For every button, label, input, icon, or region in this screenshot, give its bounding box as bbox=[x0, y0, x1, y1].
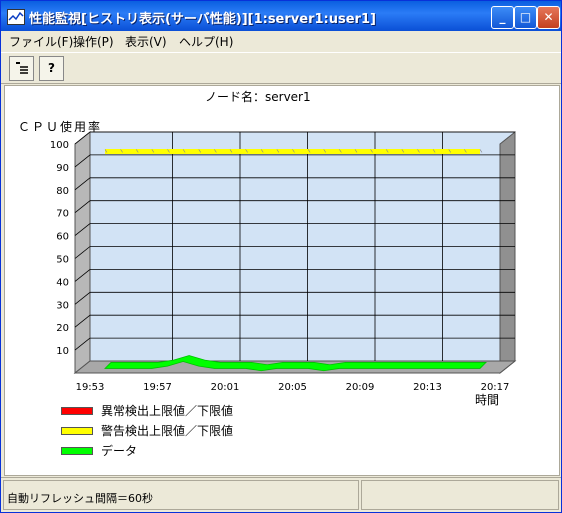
toolbar: ? bbox=[1, 52, 561, 84]
y-tick-label: 90 bbox=[56, 163, 69, 174]
x-tick-label: 20:13 bbox=[413, 382, 442, 393]
y-tick-label: 60 bbox=[56, 232, 69, 243]
x-axis-title: 時間 bbox=[475, 393, 499, 407]
menu-view[interactable]: 表示(V) bbox=[125, 33, 167, 50]
main-window: 性能監視[ヒストリ表示(サーバ性能)][1:server1:user1] _ □… bbox=[0, 0, 562, 513]
menu-operation[interactable]: 操作(P) bbox=[73, 33, 114, 50]
menu-help[interactable]: ヘルプ(H) bbox=[179, 33, 233, 50]
x-axis-ticks: 19:53 19:57 20:01 20:05 20:09 20:13 20:17 bbox=[76, 382, 510, 393]
y-tick-label: 20 bbox=[56, 323, 69, 334]
close-button[interactable]: ✕ bbox=[537, 6, 560, 29]
menu-bar: ファイル(F) 操作(P) 表示(V) ヘルプ(H) bbox=[1, 31, 561, 51]
cpu-chart: 10 20 30 40 50 60 70 80 90 100 19:53 19:57 20:01 20:… bbox=[50, 130, 517, 407]
y-tick-label: 100 bbox=[50, 140, 69, 151]
list-icon bbox=[15, 62, 28, 74]
x-tick-label: 19:57 bbox=[143, 382, 172, 393]
help-icon: ? bbox=[48, 61, 55, 75]
y-tick-label: 10 bbox=[56, 346, 69, 357]
x-tick-label: 20:17 bbox=[481, 382, 510, 393]
status-bar: 自動リフレッシュ間隔＝60秒 bbox=[1, 477, 561, 512]
menu-file[interactable]: ファイル(F) bbox=[9, 33, 73, 50]
legend-label-warning: 警告検出上限値／下限値 bbox=[101, 424, 234, 438]
x-tick-label: 20:01 bbox=[211, 382, 240, 393]
window-title: 性能監視[ヒストリ表示(サーバ性能)][1:server1:user1] bbox=[29, 12, 376, 27]
y-tick-label: 40 bbox=[56, 277, 69, 288]
x-tick-label: 19:53 bbox=[76, 382, 105, 393]
list-button[interactable] bbox=[9, 56, 34, 81]
legend-swatch-alarm bbox=[61, 407, 93, 415]
x-tick-label: 20:09 bbox=[346, 382, 375, 393]
y-tick-label: 80 bbox=[56, 186, 69, 197]
legend-swatch-warning bbox=[61, 427, 93, 435]
app-icon bbox=[7, 9, 25, 25]
title-bar[interactable]: 性能監視[ヒストリ表示(サーバ性能)][1:server1:user1] _ □… bbox=[1, 1, 561, 31]
chart-right-wall bbox=[499, 130, 516, 375]
y-tick-label: 50 bbox=[56, 255, 69, 266]
y-tick-label: 30 bbox=[56, 300, 69, 311]
maximize-button[interactable]: □ bbox=[514, 6, 537, 29]
legend-label-data: データ bbox=[101, 444, 138, 458]
x-tick-label: 20:05 bbox=[278, 382, 307, 393]
legend-swatch-data bbox=[61, 447, 93, 455]
legend-label-alarm: 異常検出上限値／下限値 bbox=[101, 404, 234, 418]
chart-panel: ノード名：server1 ＣＰＵ使用率 10 20 30 40 50 60 70 80 90 10… bbox=[4, 85, 560, 476]
status-pane-secondary bbox=[361, 480, 559, 510]
y-tick-label: 70 bbox=[56, 209, 69, 220]
y-axis-ticks: 10 20 30 40 50 60 70 80 90 100 bbox=[50, 140, 69, 357]
refresh-interval-text: 自動リフレッシュ間隔＝60秒 bbox=[7, 492, 153, 505]
minimize-button[interactable]: _ bbox=[491, 6, 514, 29]
help-button[interactable]: ? bbox=[39, 56, 64, 81]
status-pane-refresh: 自動リフレッシュ間隔＝60秒 bbox=[3, 480, 359, 510]
